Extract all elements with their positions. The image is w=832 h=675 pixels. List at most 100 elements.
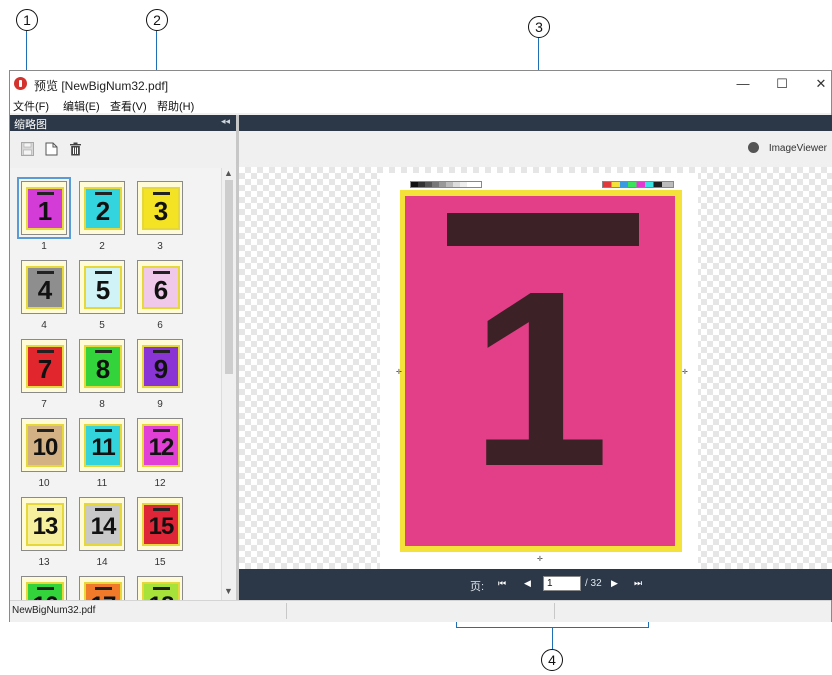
previous-page-icon[interactable]: ◀: [524, 578, 531, 589]
thumbnail-frame: 5: [79, 260, 125, 314]
thumbnail-page: 6: [142, 266, 180, 309]
page-preview-canvas[interactable]: 1 ✛ ✛ ✛: [239, 167, 832, 569]
grayscale-bar: [410, 181, 482, 188]
thumbnail-page: 5: [84, 266, 122, 309]
page-thumbnail[interactable]: 3: [137, 181, 185, 235]
image-viewer-icon[interactable]: [748, 142, 759, 153]
thumbnail-page: 17: [84, 582, 122, 600]
thumbnail-list[interactable]: 1 1 2 2 3 3 4 4 5 5 6 6 7 7 8 8 9 9 10 10 11 11 12 12 13 13 14 14 15…: [10, 168, 221, 600]
page-thumbnail[interactable]: 10: [21, 418, 69, 472]
close-button[interactable]: ✕: [806, 74, 832, 94]
page-thumbnail[interactable]: 15: [137, 497, 185, 551]
thumbnail-header-bar: [95, 508, 112, 511]
page-thumbnail[interactable]: 1: [21, 181, 69, 235]
page-thumbnail[interactable]: 6: [137, 260, 185, 314]
thumbnail-header-bar: [37, 429, 54, 432]
thumbnail-header-bar: [153, 192, 170, 195]
page-thumbnail[interactable]: 7: [21, 339, 69, 393]
first-page-icon[interactable]: ⏮: [498, 578, 506, 589]
callout-3: 3: [528, 16, 550, 38]
collapse-panel-icon[interactable]: ◂◂: [221, 116, 230, 127]
thumbnail-scrollbar[interactable]: ▲ ▼: [221, 168, 236, 600]
page-thumbnail[interactable]: 4: [21, 260, 69, 314]
page-thumbnail[interactable]: 16: [21, 576, 69, 600]
minimize-button[interactable]: —: [728, 74, 758, 94]
image-viewer-button[interactable]: ImageViewer: [769, 143, 827, 154]
copy-page-icon[interactable]: [45, 142, 58, 156]
thumbnail-page: 2: [84, 187, 122, 230]
page-thumbnail[interactable]: 9: [137, 339, 185, 393]
thumbnail-label: 10: [38, 478, 50, 489]
thumbnail-header-bar: [153, 429, 170, 432]
page-number-input[interactable]: 1: [543, 576, 581, 591]
page-thumbnail[interactable]: 5: [79, 260, 127, 314]
scroll-up-icon[interactable]: ▲: [224, 168, 233, 178]
thumbnail-page-number: 3: [153, 196, 169, 226]
status-separator: [554, 603, 555, 619]
thumbnail-frame: 7: [21, 339, 67, 393]
thumbnail-label: 11: [96, 478, 108, 489]
menu-view[interactable]: 查看(V): [110, 98, 147, 114]
thumbnail-frame: 13: [21, 497, 67, 551]
menu-help[interactable]: 帮助(H): [157, 98, 194, 114]
thumbnail-label: 3: [157, 241, 163, 252]
menu-file[interactable]: 文件(F): [13, 98, 49, 114]
scrollbar-thumb[interactable]: [225, 180, 233, 374]
last-page-icon[interactable]: ⏭: [634, 578, 642, 589]
thumbnail-page-number: 1: [37, 196, 53, 226]
thumbnail-label: 8: [99, 399, 105, 410]
page-thumbnail[interactable]: 12: [137, 418, 185, 472]
thumbnail-page: 13: [26, 503, 64, 546]
registration-mark-right: ✛: [682, 369, 688, 376]
thumbnail-page-number: 4: [37, 275, 53, 305]
thumbnail-page: 14: [84, 503, 122, 546]
page-thumbnail[interactable]: 2: [79, 181, 127, 235]
page-thumbnail[interactable]: 8: [79, 339, 127, 393]
page-number-large: 1: [470, 239, 610, 518]
page-thumbnail[interactable]: 18: [137, 576, 185, 600]
thumbnail-header-bar: [37, 350, 54, 353]
thumbnail-page-number: 15: [148, 513, 175, 540]
menu-edit[interactable]: 编辑(E): [63, 98, 100, 114]
save-icon[interactable]: [21, 142, 34, 156]
thumbnail-label: 2: [99, 241, 105, 252]
thumbnail-header-bar: [153, 350, 170, 353]
thumbnail-page-number: 13: [32, 513, 59, 540]
callout-4: 4: [541, 649, 563, 671]
thumbnail-header-bar: [95, 429, 112, 432]
maximize-button[interactable]: ☐: [767, 74, 797, 94]
scroll-down-icon[interactable]: ▼: [224, 586, 233, 596]
thumbnail-frame: 11: [79, 418, 125, 472]
thumbnail-page: 4: [26, 266, 64, 309]
callout-line-4: [552, 627, 553, 649]
thumbnail-frame: 2: [79, 181, 125, 235]
registration-mark-left: ✛: [396, 369, 402, 376]
page-thumbnail[interactable]: 13: [21, 497, 69, 551]
page-label: 页:: [470, 581, 485, 593]
thumbnail-frame: 3: [137, 181, 183, 235]
trash-icon[interactable]: [69, 142, 82, 156]
thumbnail-frame: 1: [21, 181, 67, 235]
page-thumbnail[interactable]: 11: [79, 418, 127, 472]
next-page-icon[interactable]: ▶: [611, 578, 618, 589]
thumbnail-page-number: 8: [95, 354, 111, 384]
thumbnails-panel-header: 缩略图 ◂◂: [10, 115, 236, 131]
page-thumbnail[interactable]: 14: [79, 497, 127, 551]
callout-1: 1: [16, 9, 38, 31]
thumbnail-frame: 10: [21, 418, 67, 472]
thumbnail-label: 15: [154, 557, 166, 568]
thumbnail-header-bar: [37, 508, 54, 511]
thumbnail-page-number: 2: [95, 196, 111, 226]
thumbnail-header-bar: [153, 271, 170, 274]
thumbnail-header-bar: [153, 508, 170, 511]
status-bar: NewBigNum32.pdf: [10, 600, 831, 622]
page-thumbnail[interactable]: 17: [79, 576, 127, 600]
preview-window: 预览 [NewBigNum32.pdf] — ☐ ✕ 文件(F) 编辑(E) 查…: [9, 70, 832, 622]
thumbnail-page-number: 18: [144, 591, 178, 600]
color-bar: [602, 181, 674, 188]
thumbnail-page-number: 14: [90, 513, 117, 540]
page-navigation-bar: 页: ⏮ ◀ 1 / 32 ▶ ⏭: [239, 569, 832, 600]
thumbnail-label: 1: [41, 241, 47, 252]
thumbnail-frame: 9: [137, 339, 183, 393]
thumbnail-page: 12: [142, 424, 180, 467]
